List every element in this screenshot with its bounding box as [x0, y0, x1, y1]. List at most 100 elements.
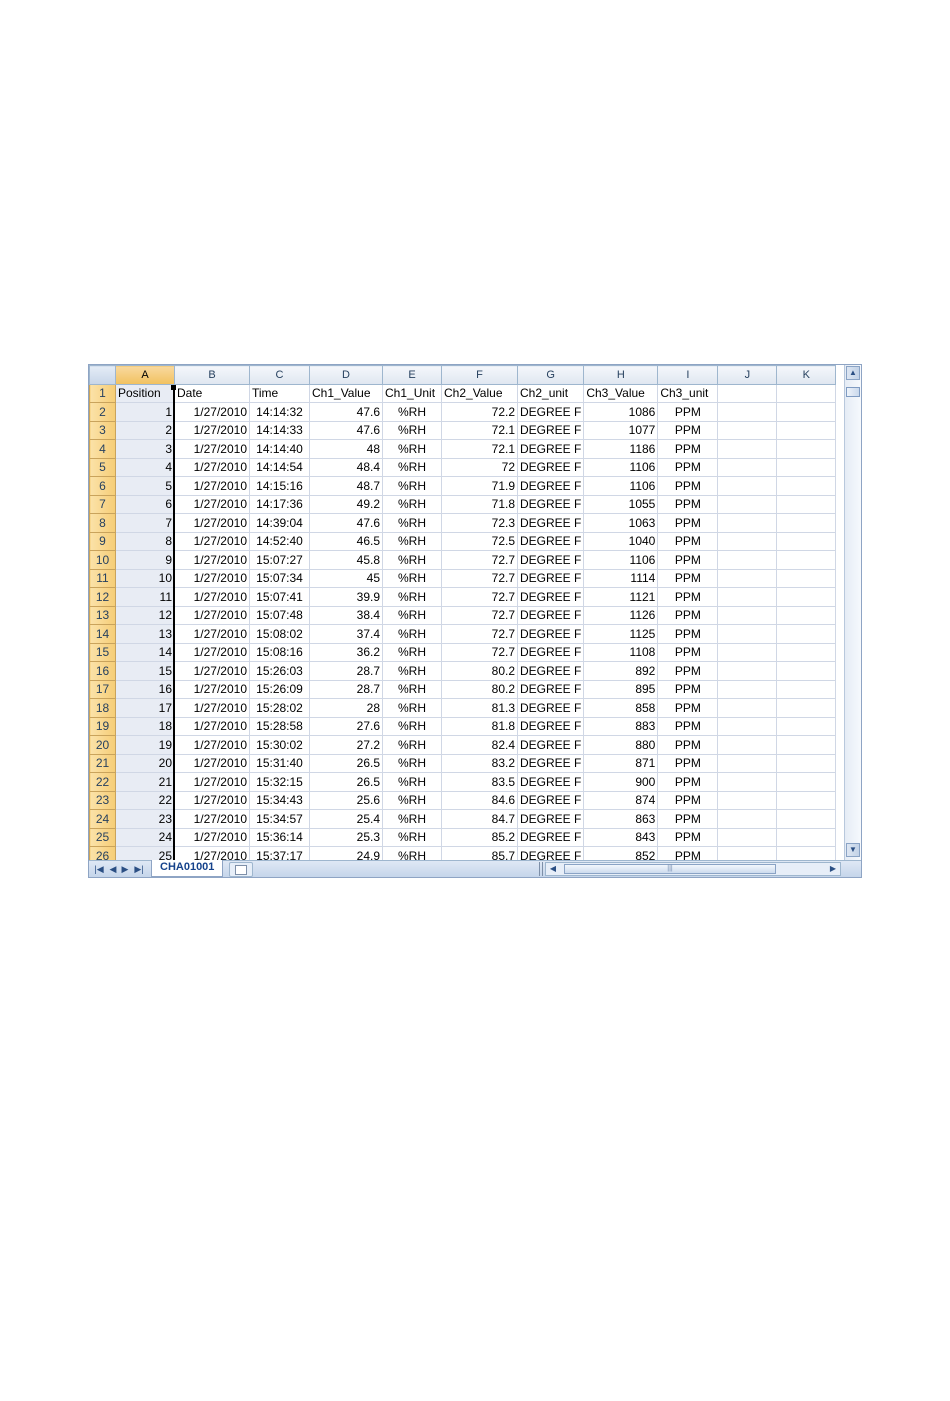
cell-i[interactable]: PPM — [657, 605, 719, 625]
cell-d[interactable]: 47.6 — [309, 402, 383, 422]
cell-f[interactable]: 82.4 — [441, 735, 518, 755]
cell-h[interactable]: 895 — [583, 679, 659, 699]
cell-i[interactable]: PPM — [657, 716, 719, 736]
cell-j[interactable] — [717, 772, 778, 792]
cell-i[interactable]: PPM — [657, 679, 719, 699]
row-header[interactable]: 12 — [89, 587, 116, 607]
cell-c[interactable]: 14:15:16 — [249, 476, 310, 496]
scroll-left-icon[interactable]: ◀ — [547, 863, 559, 875]
cell-k[interactable] — [776, 827, 837, 847]
cell-g[interactable]: DEGREE F — [516, 698, 585, 718]
cell-g[interactable]: Ch2_unit — [516, 383, 585, 403]
tab-split-handle[interactable] — [539, 862, 543, 876]
cell-a[interactable]: 11 — [115, 587, 175, 607]
cell-c[interactable]: 15:08:02 — [249, 624, 310, 644]
cell-b[interactable]: 1/27/2010 — [174, 494, 250, 514]
cell-h[interactable]: 892 — [583, 661, 659, 681]
cell-e[interactable]: %RH — [382, 827, 442, 847]
cell-a[interactable]: 7 — [115, 513, 175, 533]
cell-a[interactable]: 17 — [115, 698, 175, 718]
cell-g[interactable]: DEGREE F — [516, 476, 585, 496]
row-header[interactable]: 17 — [89, 679, 116, 699]
cell-c[interactable]: 15:34:43 — [249, 790, 310, 810]
cell-e[interactable]: %RH — [382, 476, 442, 496]
row-header[interactable]: 24 — [89, 809, 116, 829]
cell-j[interactable] — [717, 642, 778, 662]
cell-h[interactable]: 1106 — [583, 550, 659, 570]
cell-k[interactable] — [776, 624, 837, 644]
cell-a[interactable]: 1 — [115, 402, 175, 422]
cell-a[interactable]: Position — [115, 383, 175, 403]
cell-f[interactable]: 84.7 — [441, 809, 518, 829]
cell-b[interactable]: 1/27/2010 — [174, 420, 250, 440]
cell-i[interactable]: PPM — [657, 402, 719, 422]
cell-e[interactable]: %RH — [382, 624, 442, 644]
row-header[interactable]: 23 — [89, 790, 116, 810]
cell-d[interactable]: 48.7 — [309, 476, 383, 496]
cell-c[interactable]: 14:17:36 — [249, 494, 310, 514]
row-header[interactable]: 25 — [89, 827, 116, 847]
cell-i[interactable]: PPM — [657, 772, 719, 792]
cell-h[interactable]: 883 — [583, 716, 659, 736]
cell-d[interactable]: 27.2 — [309, 735, 383, 755]
row-header[interactable]: 15 — [89, 642, 116, 662]
cell-b[interactable]: 1/27/2010 — [174, 827, 250, 847]
cell-f[interactable]: 83.5 — [441, 772, 518, 792]
cell-f[interactable]: 81.3 — [441, 698, 518, 718]
column-header-a[interactable]: A — [115, 365, 175, 385]
cell-d[interactable]: 24.9 — [309, 846, 383, 860]
cell-h[interactable]: 900 — [583, 772, 659, 792]
column-header-b[interactable]: B — [174, 365, 250, 385]
cell-e[interactable]: %RH — [382, 605, 442, 625]
horizontal-scrollbar[interactable]: ◀ ||| ▶ — [545, 862, 841, 876]
cell-a[interactable]: 24 — [115, 827, 175, 847]
cell-e[interactable]: %RH — [382, 735, 442, 755]
cell-j[interactable] — [717, 661, 778, 681]
cell-g[interactable]: DEGREE F — [516, 809, 585, 829]
cell-g[interactable]: DEGREE F — [516, 494, 585, 514]
cell-i[interactable]: PPM — [657, 420, 719, 440]
cell-c[interactable]: Time — [249, 383, 310, 403]
cell-a[interactable]: 25 — [115, 846, 175, 860]
cell-e[interactable]: %RH — [382, 753, 442, 773]
row-header[interactable]: 3 — [89, 420, 116, 440]
cell-k[interactable] — [776, 809, 837, 829]
cell-k[interactable] — [776, 439, 837, 459]
column-header-c[interactable]: C — [249, 365, 310, 385]
cell-e[interactable]: %RH — [382, 531, 442, 551]
row-header[interactable]: 26 — [89, 846, 116, 860]
cell-h[interactable]: 1121 — [583, 587, 659, 607]
cell-k[interactable] — [776, 735, 837, 755]
cell-e[interactable]: %RH — [382, 568, 442, 588]
cell-g[interactable]: DEGREE F — [516, 790, 585, 810]
cell-j[interactable] — [717, 494, 778, 514]
cell-b[interactable]: 1/27/2010 — [174, 698, 250, 718]
cell-a[interactable]: 20 — [115, 753, 175, 773]
cell-k[interactable] — [776, 716, 837, 736]
cell-i[interactable]: PPM — [657, 587, 719, 607]
cell-i[interactable]: PPM — [657, 624, 719, 644]
cell-f[interactable]: Ch2_Value — [441, 383, 518, 403]
cell-d[interactable]: 25.3 — [309, 827, 383, 847]
cell-h[interactable]: 1040 — [583, 531, 659, 551]
cell-h[interactable]: 863 — [583, 809, 659, 829]
cell-g[interactable]: DEGREE F — [516, 661, 585, 681]
cell-j[interactable] — [717, 550, 778, 570]
cell-f[interactable]: 72 — [441, 457, 518, 477]
cell-f[interactable]: 72.7 — [441, 624, 518, 644]
column-header-f[interactable]: F — [441, 365, 518, 385]
cell-j[interactable] — [717, 605, 778, 625]
cell-d[interactable]: 26.5 — [309, 753, 383, 773]
row-header[interactable]: 5 — [89, 457, 116, 477]
vertical-scrollbar[interactable]: ▲ ▼ — [844, 365, 861, 860]
cell-e[interactable]: %RH — [382, 698, 442, 718]
insert-sheet-icon[interactable] — [229, 862, 253, 877]
cell-g[interactable]: DEGREE F — [516, 587, 585, 607]
column-header-h[interactable]: H — [583, 365, 659, 385]
row-header[interactable]: 19 — [89, 716, 116, 736]
cell-k[interactable] — [776, 457, 837, 477]
cell-k[interactable] — [776, 698, 837, 718]
cell-k[interactable] — [776, 642, 837, 662]
cell-f[interactable]: 80.2 — [441, 679, 518, 699]
cell-b[interactable]: 1/27/2010 — [174, 550, 250, 570]
